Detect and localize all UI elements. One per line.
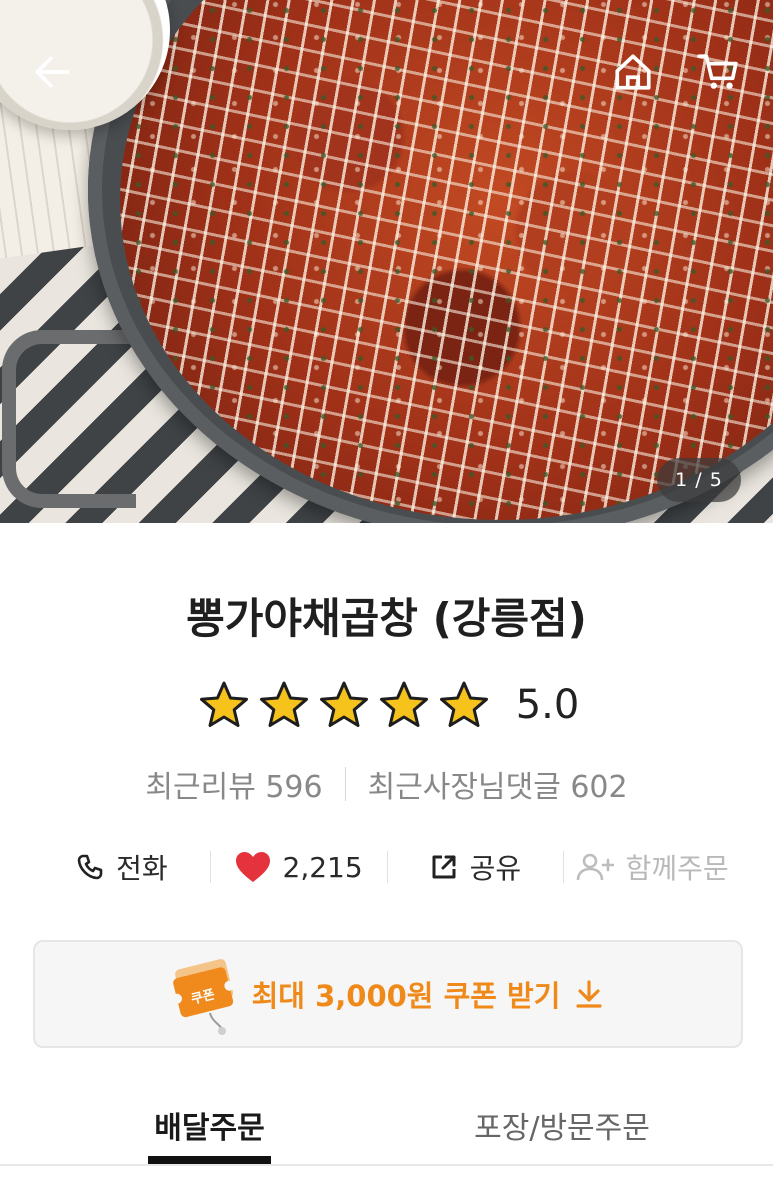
- order-type-tabs: 배달주문 포장/방문주문: [0, 1090, 773, 1190]
- cart-button[interactable]: [694, 48, 742, 96]
- cart-icon: [697, 54, 738, 89]
- image-counter: 1 / 5: [657, 458, 741, 502]
- star-icon: [379, 681, 428, 727]
- add-person-icon: [576, 853, 614, 881]
- share-icon: [432, 855, 456, 879]
- review-counts: 최근리뷰 596 최근사장님댓글 602: [0, 762, 773, 806]
- tab-pickup-order[interactable]: 포장/방문주문: [440, 1090, 684, 1160]
- download-arrow-icon: [576, 980, 602, 1008]
- star-icon: [439, 681, 488, 727]
- pan-handle-graphic: [2, 330, 136, 508]
- back-button[interactable]: [29, 48, 77, 96]
- star-icon: [199, 681, 248, 727]
- owner-replies-link[interactable]: 최근사장님댓글 602: [368, 762, 628, 806]
- coupon-ticket-icon: 쿠폰: [171, 959, 234, 1035]
- action-bar: 전화 2,215 공유 함께주문: [34, 838, 740, 896]
- recent-reviews-link[interactable]: 최근리뷰 596: [145, 762, 322, 806]
- star-icon: [319, 681, 368, 727]
- active-tab-indicator: [148, 1156, 271, 1164]
- coupon-label: 최대 3,000원 쿠폰 받기: [251, 979, 561, 1013]
- store-name: 뽕가야채곱창 (강릉점): [186, 594, 587, 643]
- like-count: 2,215: [282, 850, 363, 884]
- coupon-download-button[interactable]: 쿠폰 최대 3,000원 쿠폰 받기: [33, 940, 743, 1048]
- arrow-left-icon: [35, 56, 70, 88]
- share-label: 공유: [469, 852, 522, 885]
- store-photo-carousel[interactable]: 1 / 5: [0, 0, 773, 523]
- star-icon: [259, 681, 308, 727]
- home-button[interactable]: [609, 48, 657, 96]
- share-button[interactable]: 공유: [388, 847, 564, 887]
- divider: [344, 767, 346, 801]
- heart-icon: [235, 852, 270, 882]
- tab-delivery-order[interactable]: 배달주문: [118, 1090, 301, 1160]
- rating-row[interactable]: 5.0: [0, 680, 773, 730]
- call-button[interactable]: 전화: [34, 847, 210, 887]
- rating-value: 5.0: [515, 682, 580, 728]
- home-icon: [615, 54, 651, 90]
- call-label: 전화: [116, 852, 168, 885]
- group-order-button[interactable]: 함께주문: [564, 847, 740, 887]
- divider: [0, 1164, 773, 1166]
- group-order-label: 함께주문: [625, 852, 729, 885]
- phone-icon: [77, 854, 103, 880]
- like-button[interactable]: 2,215: [211, 851, 387, 884]
